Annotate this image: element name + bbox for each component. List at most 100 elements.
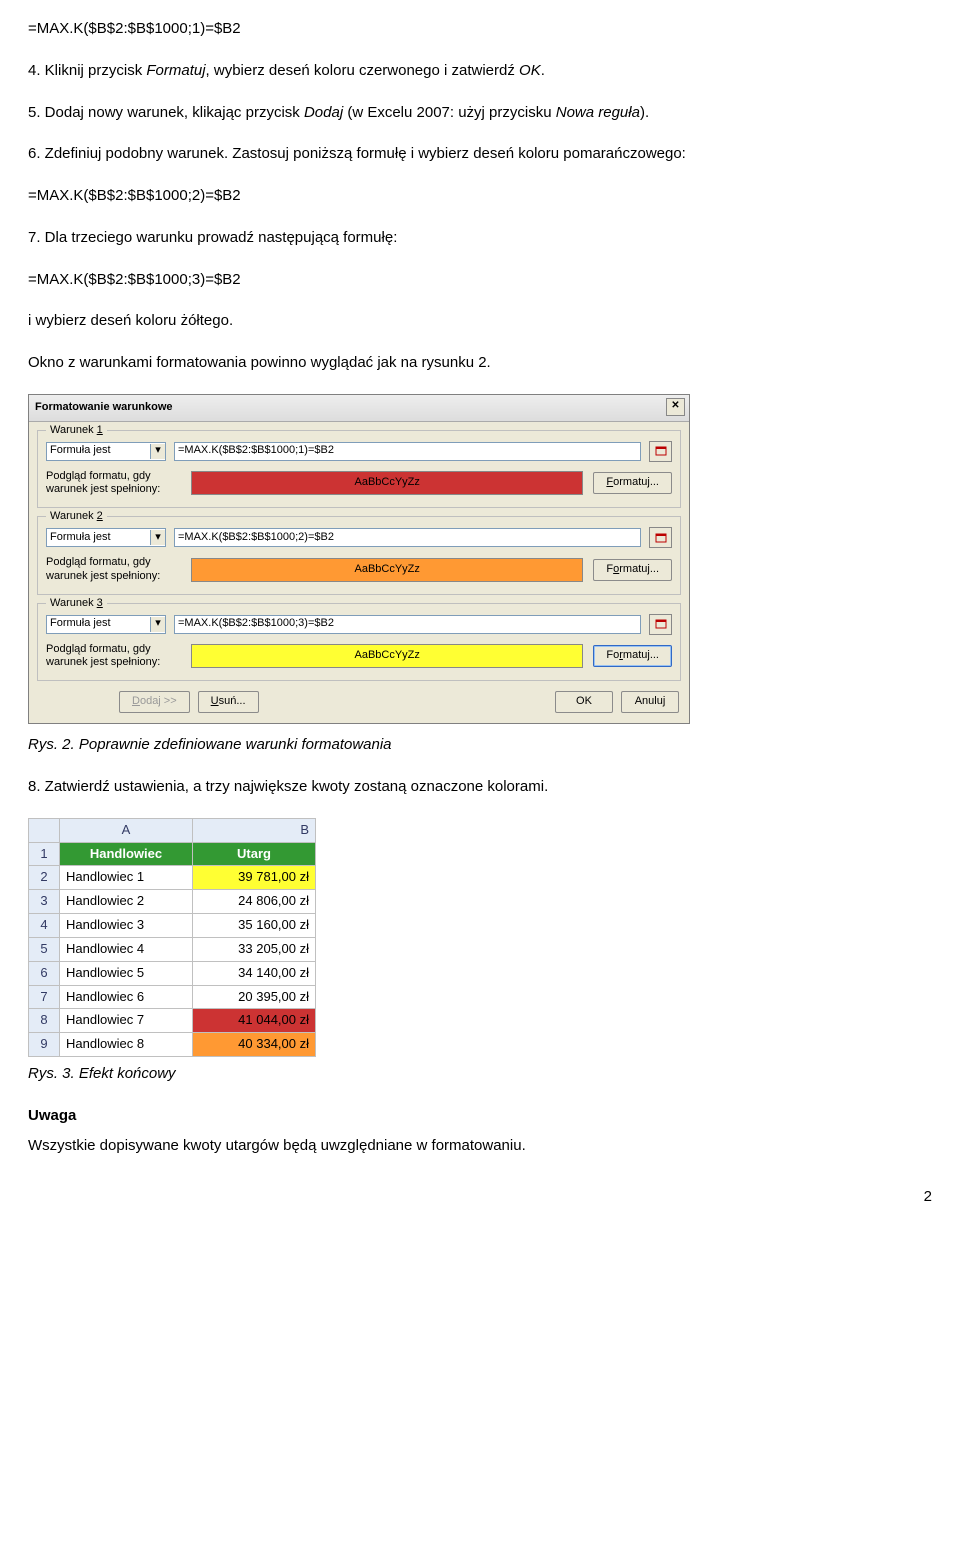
step-6: 6. Zdefiniuj podobny warunek. Zastosuj p…	[28, 143, 932, 165]
cell-name: Handlowiec 6	[60, 985, 193, 1009]
formula-input-1[interactable]: =MAX.K($B$2:$B$1000;1)=$B2	[174, 442, 641, 461]
table-row: 3Handlowiec 224 806,00 zł	[29, 890, 316, 914]
cell-value: 40 334,00 zł	[193, 1033, 316, 1057]
table-row: 5Handlowiec 433 205,00 zł	[29, 937, 316, 961]
result-sheet: A B 1HandlowiecUtarg2Handlowiec 139 781,…	[28, 818, 316, 1057]
legend-1: Warunek 1	[46, 423, 107, 439]
formula-input-text: =MAX.K($B$2:$B$1000;3)=$B2	[178, 616, 334, 632]
table-row: 2Handlowiec 139 781,00 zł	[29, 866, 316, 890]
format-preview-3: AaBbCcYyZz	[191, 644, 583, 668]
row-header: 9	[29, 1033, 60, 1057]
cell-name: Handlowiec 4	[60, 937, 193, 961]
formula-input-3[interactable]: =MAX.K($B$2:$B$1000;3)=$B2	[174, 615, 641, 634]
conditional-formatting-dialog: Formatowanie warunkowe ✕ Warunek 1 Formu…	[28, 394, 690, 724]
formula-input-text: =MAX.K($B$2:$B$1000;2)=$B2	[178, 530, 334, 546]
step-5: 5. Dodaj nowy warunek, klikając przycisk…	[28, 102, 932, 124]
table-row: 6Handlowiec 534 140,00 zł	[29, 961, 316, 985]
text: 4. Kliknij przycisk Formatuj, wybierz de…	[28, 62, 545, 79]
table-row: 9Handlowiec 840 334,00 zł	[29, 1033, 316, 1057]
figure-3-caption: Rys. 3. Efekt końcowy	[28, 1063, 932, 1085]
group-warunek-1: Warunek 1 Formuła jest ▾ =MAX.K($B$2:$B$…	[37, 430, 681, 509]
cell-value: 35 160,00 zł	[193, 914, 316, 938]
cancel-button[interactable]: Anuluj	[621, 691, 679, 713]
formula-0: =MAX.K($B$2:$B$1000;1)=$B2	[28, 18, 932, 40]
format-button-2[interactable]: Formatuj...	[593, 559, 672, 581]
row-header: 6	[29, 961, 60, 985]
dialog-title: Formatowanie warunkowe	[35, 401, 173, 413]
cell-name: Handlowiec 3	[60, 914, 193, 938]
row-header: 2	[29, 866, 60, 890]
table-row: 8Handlowiec 741 044,00 zł	[29, 1009, 316, 1033]
dropdown-value: Formuła jest	[50, 530, 111, 546]
cell-value: 39 781,00 zł	[193, 866, 316, 890]
col-header-b: B	[193, 818, 316, 842]
step-7: 7. Dla trzeciego warunku prowadź następu…	[28, 227, 932, 249]
row-header: 3	[29, 890, 60, 914]
chevron-down-icon: ▾	[150, 617, 165, 632]
legend-3: Warunek 3	[46, 596, 107, 612]
formula-input-text: =MAX.K($B$2:$B$1000;1)=$B2	[178, 443, 334, 459]
table-row: 7Handlowiec 620 395,00 zł	[29, 985, 316, 1009]
cell-name: Handlowiec 2	[60, 890, 193, 914]
dropdown-value: Formuła jest	[50, 443, 111, 459]
cell-value: 34 140,00 zł	[193, 961, 316, 985]
range-picker-icon[interactable]	[649, 441, 672, 462]
close-icon[interactable]: ✕	[666, 398, 685, 416]
row-header: 8	[29, 1009, 60, 1033]
range-picker-icon[interactable]	[649, 527, 672, 548]
cell-name: Handlowiec 8	[60, 1033, 193, 1057]
cell-value: 33 205,00 zł	[193, 937, 316, 961]
text: 5. Dodaj nowy warunek, klikając przycisk…	[28, 104, 649, 121]
header-handlowiec: Handlowiec	[60, 842, 193, 866]
dialog-buttons: Dodaj >> Usuń... OK Anuluj	[29, 685, 689, 723]
condition-type-dropdown[interactable]: Formuła jest ▾	[46, 442, 166, 461]
legend-2: Warunek 2	[46, 509, 107, 525]
col-header-a: A	[60, 818, 193, 842]
range-picker-icon[interactable]	[649, 614, 672, 635]
delete-button[interactable]: Usuń...	[198, 691, 259, 713]
corner-cell	[29, 818, 60, 842]
step-8: 8. Zatwierdź ustawienia, a trzy najwięks…	[28, 776, 932, 798]
note-title-text: Uwaga	[28, 1107, 76, 1124]
cell-value: 20 395,00 zł	[193, 985, 316, 1009]
collapse-icon	[655, 533, 667, 543]
cell-value: 41 044,00 zł	[193, 1009, 316, 1033]
cell-value: 24 806,00 zł	[193, 890, 316, 914]
note-title: Uwaga	[28, 1105, 932, 1127]
step-4: 4. Kliknij przycisk Formatuj, wybierz de…	[28, 60, 932, 82]
ok-button[interactable]: OK	[555, 691, 613, 713]
note-text: Wszystkie dopisywane kwoty utargów będą …	[28, 1135, 932, 1157]
formula-2: =MAX.K($B$2:$B$1000;2)=$B2	[28, 185, 932, 207]
cell-name: Handlowiec 7	[60, 1009, 193, 1033]
format-button-3[interactable]: Formatuj...	[593, 645, 672, 667]
group-warunek-3: Warunek 3 Formuła jest ▾ =MAX.K($B$2:$B$…	[37, 603, 681, 682]
figure-2-caption: Rys. 2. Poprawnie zdefiniowane warunki f…	[28, 734, 932, 756]
dropdown-value: Formuła jest	[50, 616, 111, 632]
header-utarg: Utarg	[193, 842, 316, 866]
collapse-icon	[655, 446, 667, 456]
condition-type-dropdown-2[interactable]: Formuła jest ▾	[46, 528, 166, 547]
collapse-icon	[655, 619, 667, 629]
dialog-titlebar: Formatowanie warunkowe ✕	[29, 395, 689, 422]
format-preview-1: AaBbCcYyZz	[191, 471, 583, 495]
cell-name: Handlowiec 1	[60, 866, 193, 890]
condition-type-dropdown-3[interactable]: Formuła jest ▾	[46, 615, 166, 634]
row-header: 7	[29, 985, 60, 1009]
preview-label: Podgląd formatu, gdy warunek jest spełni…	[46, 643, 181, 671]
format-preview-2: AaBbCcYyZz	[191, 558, 583, 582]
page-number: 2	[28, 1186, 932, 1208]
cell-name: Handlowiec 5	[60, 961, 193, 985]
add-button[interactable]: Dodaj >>	[119, 691, 190, 713]
step-7b: i wybierz deseń koloru żółtego.	[28, 310, 932, 332]
formula-input-2[interactable]: =MAX.K($B$2:$B$1000;2)=$B2	[174, 528, 641, 547]
table-row: 1HandlowiecUtarg	[29, 842, 316, 866]
after-sentence: Okno z warunkami formatowania powinno wy…	[28, 352, 932, 374]
row-header: 5	[29, 937, 60, 961]
group-warunek-2: Warunek 2 Formuła jest ▾ =MAX.K($B$2:$B$…	[37, 516, 681, 595]
format-button-1[interactable]: Formatuj...	[593, 472, 672, 494]
row-header: 4	[29, 914, 60, 938]
table-row: 4Handlowiec 335 160,00 zł	[29, 914, 316, 938]
chevron-down-icon: ▾	[150, 530, 165, 545]
preview-label: Podgląd formatu, gdy warunek jest spełni…	[46, 556, 181, 584]
formula-3: =MAX.K($B$2:$B$1000;3)=$B2	[28, 269, 932, 291]
